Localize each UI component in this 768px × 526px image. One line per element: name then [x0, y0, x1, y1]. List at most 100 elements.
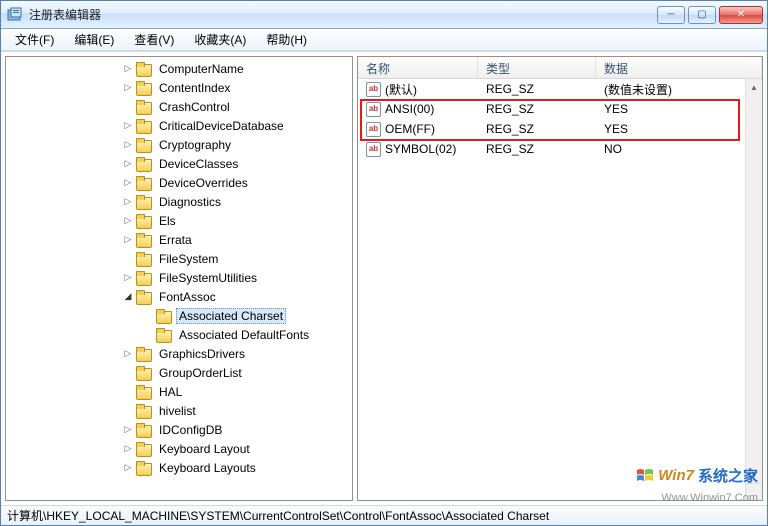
value-row[interactable]: abSYMBOL(02)REG_SZNO — [358, 139, 762, 159]
list-scrollbar[interactable]: ▲ ▼ — [745, 79, 762, 483]
tree-item[interactable]: HAL — [10, 382, 352, 401]
folder-icon — [136, 290, 152, 304]
no-toggle — [122, 101, 134, 113]
folder-icon — [136, 157, 152, 171]
scroll-up-icon[interactable]: ▲ — [746, 79, 762, 96]
folder-icon — [136, 62, 152, 76]
tree-pane[interactable]: ▷ComputerName▷ContentIndexCrashControl▷C… — [5, 56, 353, 501]
expand-icon[interactable]: ▷ — [122, 462, 134, 474]
folder-icon — [136, 252, 152, 266]
menu-view[interactable]: 查看(V) — [124, 29, 184, 50]
tree-item[interactable]: ▷CriticalDeviceDatabase — [10, 116, 352, 135]
menubar: 文件(F) 编辑(E) 查看(V) 收藏夹(A) 帮助(H) — [1, 29, 767, 51]
expand-icon[interactable]: ▷ — [122, 272, 134, 284]
col-name[interactable]: 名称 — [358, 57, 478, 78]
expand-icon[interactable]: ▷ — [122, 82, 134, 94]
tree-item[interactable]: FileSystem — [10, 249, 352, 268]
status-path: 计算机\HKEY_LOCAL_MACHINE\SYSTEM\CurrentCon… — [7, 507, 549, 524]
tree-item-label: FontAssoc — [156, 289, 219, 305]
tree-item[interactable]: hivelist — [10, 401, 352, 420]
no-toggle — [122, 386, 134, 398]
tree-item[interactable]: ▷ Cryptography — [10, 135, 352, 154]
tree-item[interactable]: ▷ Errata — [10, 230, 352, 249]
value-type: REG_SZ — [478, 142, 596, 156]
menu-edit[interactable]: 编辑(E) — [64, 29, 124, 50]
string-value-icon: ab — [366, 102, 381, 117]
folder-icon — [136, 404, 152, 418]
expand-icon[interactable]: ▷ — [122, 139, 134, 151]
expand-icon[interactable]: ▷ — [122, 424, 134, 436]
tree-item-label: Keyboard Layout — [156, 441, 253, 457]
value-data: NO — [596, 142, 762, 156]
tree-item[interactable]: ▷ ContentIndex — [10, 78, 352, 97]
col-data[interactable]: 数据 — [596, 57, 762, 78]
value-name: SYMBOL(02) — [385, 142, 456, 156]
folder-icon — [136, 119, 152, 133]
expand-icon[interactable]: ▷ — [122, 443, 134, 455]
expand-icon[interactable]: ▷ — [122, 196, 134, 208]
tree-item[interactable]: ▷DeviceOverrides — [10, 173, 352, 192]
tree-item-label: Associated Charset — [176, 308, 286, 324]
value-row[interactable]: ab(默认)REG_SZ(数值未设置) — [358, 79, 762, 99]
expand-icon[interactable]: ▷ — [122, 158, 134, 170]
folder-icon — [136, 100, 152, 114]
tree-item[interactable]: ▷ Keyboard Layout — [10, 439, 352, 458]
close-button[interactable]: ✕ — [719, 6, 763, 24]
folder-icon — [136, 271, 152, 285]
expand-icon[interactable]: ▷ — [122, 234, 134, 246]
statusbar: 计算机\HKEY_LOCAL_MACHINE\SYSTEM\CurrentCon… — [1, 505, 767, 525]
tree-item[interactable]: Associated Charset — [10, 306, 352, 325]
tree-item[interactable]: CrashControl — [10, 97, 352, 116]
menu-file[interactable]: 文件(F) — [5, 29, 64, 50]
tree-item-label: Diagnostics — [156, 194, 224, 210]
tree-item[interactable]: ▷Keyboard Layouts — [10, 458, 352, 477]
maximize-button[interactable]: ▢ — [688, 6, 716, 24]
tree-item[interactable]: ▷FileSystemUtilities — [10, 268, 352, 287]
tree-item-label: FileSystem — [156, 251, 221, 267]
expand-icon[interactable]: ▷ — [122, 215, 134, 227]
expand-icon[interactable]: ▷ — [122, 348, 134, 360]
value-row[interactable]: abANSI(00)REG_SZYES — [358, 99, 762, 119]
no-toggle — [142, 329, 154, 341]
minimize-button[interactable]: ─ — [657, 6, 685, 24]
tree-item[interactable]: ◢ FontAssoc — [10, 287, 352, 306]
tree-item[interactable]: ▷ Els — [10, 211, 352, 230]
tree-item-label: Els — [156, 213, 179, 229]
no-toggle — [122, 253, 134, 265]
col-type[interactable]: 类型 — [478, 57, 596, 78]
expand-icon[interactable]: ▷ — [122, 177, 134, 189]
tree-item-label: Errata — [156, 232, 195, 248]
tree-item-label: GroupOrderList — [156, 365, 245, 381]
tree-item[interactable]: ▷ DeviceClasses — [10, 154, 352, 173]
value-data: (数值未设置) — [596, 81, 762, 98]
tree-item[interactable]: ▷ Diagnostics — [10, 192, 352, 211]
tree-item-label: Cryptography — [156, 137, 234, 153]
collapse-icon[interactable]: ◢ — [122, 291, 134, 303]
content-split: ▷ComputerName▷ContentIndexCrashControl▷C… — [1, 51, 767, 505]
folder-icon — [136, 442, 152, 456]
tree-item[interactable]: ▷ComputerName — [10, 59, 352, 78]
tree-item[interactable]: ▷GraphicsDrivers — [10, 344, 352, 363]
titlebar[interactable]: 注册表编辑器 ─ ▢ ✕ — [1, 1, 767, 29]
tree-item[interactable]: GroupOrderList — [10, 363, 352, 382]
menu-help[interactable]: 帮助(H) — [256, 29, 317, 50]
folder-icon — [136, 214, 152, 228]
scroll-corner — [745, 483, 762, 500]
scroll-down-icon[interactable]: ▼ — [746, 466, 762, 483]
value-name: ANSI(00) — [385, 102, 434, 116]
expand-icon[interactable]: ▷ — [122, 63, 134, 75]
tree-item[interactable]: Associated DefaultFonts — [10, 325, 352, 344]
tree-item-label: ContentIndex — [156, 80, 233, 96]
tree-item-label: hivelist — [156, 403, 199, 419]
tree-item-label: DeviceClasses — [156, 156, 241, 172]
folder-icon — [136, 423, 152, 437]
folder-icon — [136, 233, 152, 247]
window-title: 注册表编辑器 — [29, 6, 101, 23]
expand-icon[interactable]: ▷ — [122, 120, 134, 132]
folder-icon — [136, 366, 152, 380]
menu-favorites[interactable]: 收藏夹(A) — [184, 29, 256, 50]
list-header: 名称 类型 数据 — [358, 57, 762, 79]
values-pane[interactable]: 名称 类型 数据 ab(默认)REG_SZ(数值未设置)ab ANSI(00) RE… — [357, 56, 763, 501]
value-row[interactable]: abOEM(FF)REG_SZYES — [358, 119, 762, 139]
tree-item[interactable]: ▷IDConfigDB — [10, 420, 352, 439]
